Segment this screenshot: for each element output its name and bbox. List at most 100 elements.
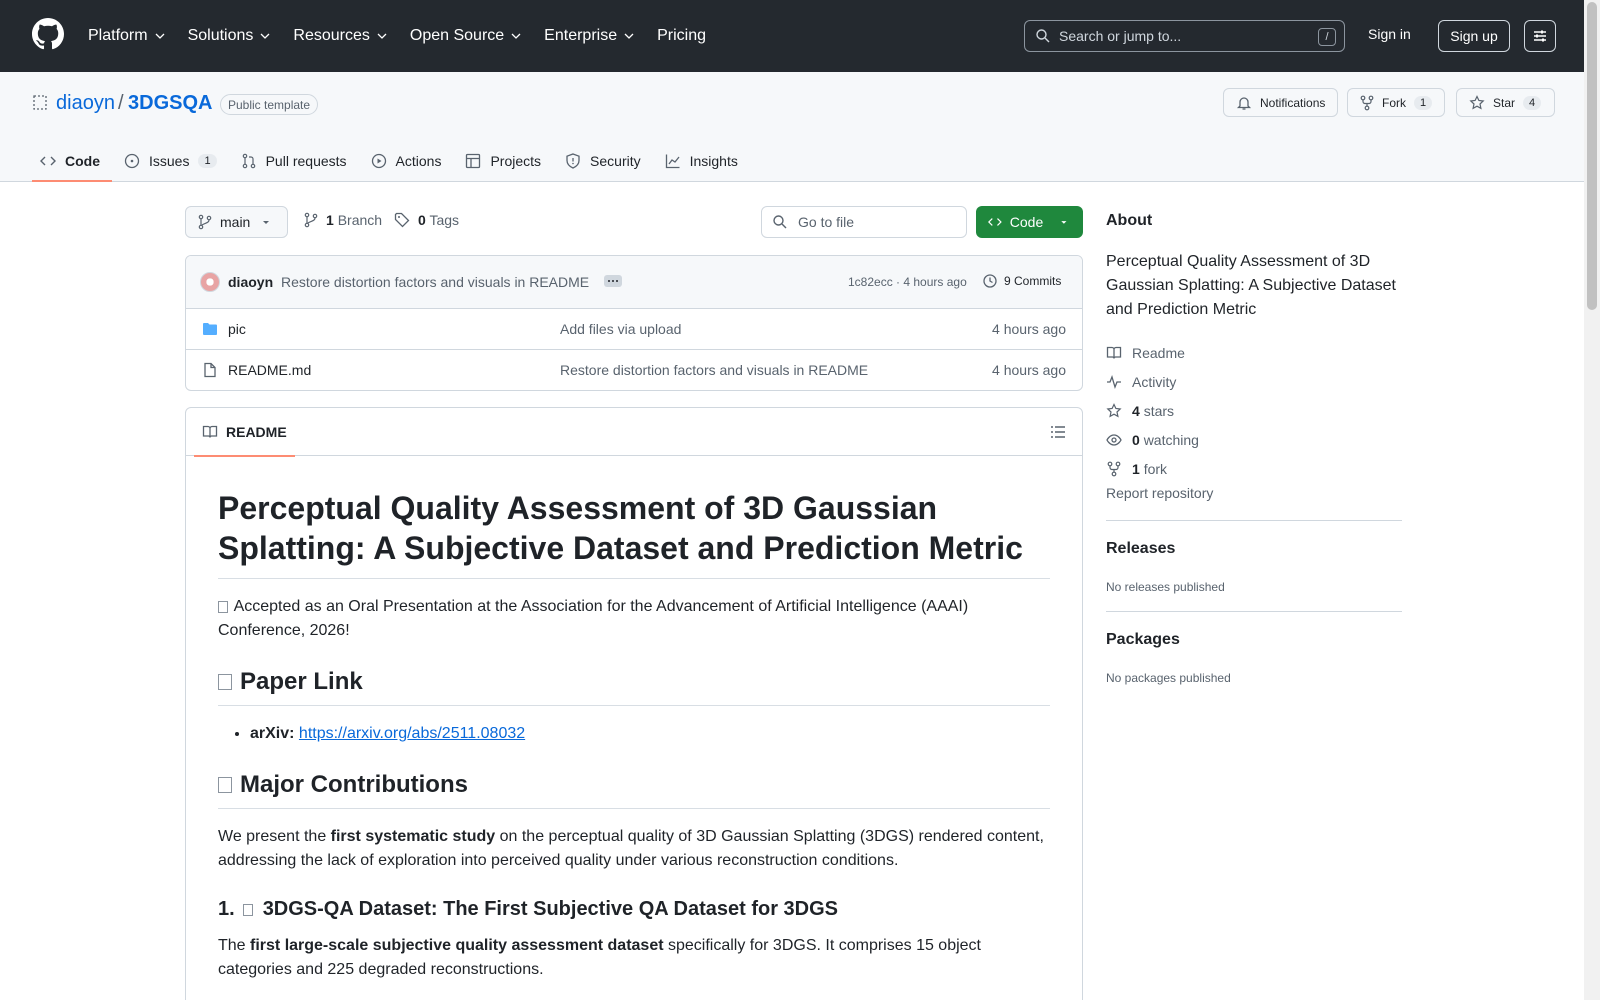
report-repository-link[interactable]: Report repository bbox=[1106, 485, 1213, 501]
fork-button[interactable]: Fork 1 bbox=[1347, 88, 1446, 117]
tab-actions[interactable]: Actions bbox=[363, 140, 454, 182]
repo-name-link[interactable]: 3DGSQA bbox=[128, 92, 212, 115]
search-placeholder: Search or jump to... bbox=[1059, 28, 1182, 44]
commit-expand-button[interactable] bbox=[604, 275, 622, 287]
stars-link[interactable]: 4 stars bbox=[1106, 396, 1402, 425]
repo-template-icon bbox=[33, 95, 47, 110]
folder-icon bbox=[203, 323, 217, 335]
text-span: The bbox=[218, 937, 251, 954]
emoji-placeholder-icon bbox=[218, 777, 232, 793]
star-icon bbox=[1106, 402, 1122, 417]
git-branch-icon bbox=[198, 214, 212, 230]
tab-issues[interactable]: Issues 1 bbox=[116, 140, 229, 182]
tab-projects[interactable]: Projects bbox=[457, 140, 553, 182]
nav-label: Resources bbox=[293, 27, 370, 44]
nav-resources[interactable]: Resources bbox=[293, 27, 387, 45]
chevron-down-icon bbox=[511, 33, 521, 39]
tab-label: Issues bbox=[149, 153, 190, 169]
commits-count: 9 Commits bbox=[1004, 274, 1062, 288]
sign-up-button[interactable]: Sign up bbox=[1438, 20, 1510, 52]
file-commit-message[interactable]: Restore distortion factors and visuals i… bbox=[560, 362, 868, 378]
search-shortcut-key: / bbox=[1318, 28, 1336, 46]
packages-heading[interactable]: Packages bbox=[1106, 631, 1180, 649]
about-description: Perceptual Quality Assessment of 3D Gaus… bbox=[1106, 253, 1396, 318]
arxiv-link[interactable]: https://arxiv.org/abs/2511.08032 bbox=[299, 725, 525, 742]
scrollbar-thumb[interactable] bbox=[1587, 2, 1597, 310]
code-dropdown-button[interactable]: Code bbox=[976, 206, 1083, 238]
emoji-placeholder-icon bbox=[218, 600, 228, 613]
activity-link[interactable]: Activity bbox=[1106, 367, 1402, 396]
commit-message-link[interactable]: Restore distortion factors and visuals i… bbox=[281, 274, 589, 290]
tab-label: Actions bbox=[395, 153, 442, 169]
global-search[interactable]: Search or jump to... / bbox=[1024, 20, 1345, 52]
site-menu-button[interactable] bbox=[1524, 20, 1556, 52]
sign-in-link[interactable]: Sign in bbox=[1368, 26, 1411, 42]
heading-text: 3DGS-QA Dataset: The First Subjective QA… bbox=[262, 898, 839, 920]
readme-panel: README Perceptual Quality Assessment of … bbox=[185, 407, 1083, 1000]
branches-link[interactable]: 1 Branch bbox=[304, 212, 382, 228]
readme-link[interactable]: Readme bbox=[1106, 338, 1402, 367]
nav-enterprise[interactable]: Enterprise bbox=[544, 27, 635, 45]
nav-label: Pricing bbox=[657, 27, 706, 44]
section-heading-paper: Paper Link bbox=[218, 667, 1050, 706]
branch-select-button[interactable]: main bbox=[185, 206, 288, 238]
releases-heading[interactable]: Releases bbox=[1106, 540, 1175, 558]
go-to-file-placeholder: Go to file bbox=[798, 214, 855, 230]
section-heading-contributions: Major Contributions bbox=[218, 770, 1050, 809]
forks-link[interactable]: 1 fork bbox=[1106, 454, 1402, 483]
tags-link[interactable]: 0 Tags bbox=[394, 212, 459, 228]
link-label: watching bbox=[1143, 431, 1199, 448]
readme-header: README bbox=[186, 408, 1082, 457]
watching-link[interactable]: 0 watching bbox=[1106, 425, 1402, 454]
heading-number: 1. bbox=[218, 898, 235, 920]
notifications-label: Notifications bbox=[1260, 95, 1326, 110]
readme-tab[interactable]: README bbox=[194, 408, 295, 457]
packages-text: No packages published bbox=[1106, 671, 1231, 685]
tab-insights[interactable]: Insights bbox=[657, 140, 750, 182]
link-label: Activity bbox=[1132, 373, 1177, 390]
tab-code[interactable]: Code bbox=[32, 140, 112, 182]
repo-owner-link[interactable]: diaoyn bbox=[56, 92, 115, 115]
file-commit-message[interactable]: Add files via upload bbox=[560, 321, 681, 337]
avatar[interactable] bbox=[200, 272, 220, 292]
nav-pricing[interactable]: Pricing bbox=[657, 27, 706, 45]
commit-author-link[interactable]: diaoyn bbox=[228, 274, 273, 290]
heading-text: Major Contributions bbox=[240, 771, 468, 798]
commits-history-link[interactable]: 9 Commits bbox=[982, 273, 1061, 289]
arxiv-label: arXiv: bbox=[250, 725, 295, 742]
emoji-placeholder-icon bbox=[218, 674, 232, 690]
stars-count: 4 bbox=[1132, 402, 1140, 419]
code-icon bbox=[988, 218, 1002, 226]
notifications-button[interactable]: Notifications bbox=[1223, 88, 1339, 117]
tab-pull-requests[interactable]: Pull requests bbox=[233, 140, 359, 182]
list-unordered-icon[interactable] bbox=[1050, 424, 1066, 440]
star-label: Star bbox=[1493, 95, 1516, 110]
nav-open-source[interactable]: Open Source bbox=[410, 27, 522, 45]
go-to-file-input[interactable]: Go to file bbox=[761, 206, 967, 238]
table-row[interactable]: README.md Restore distortion factors and… bbox=[186, 350, 1082, 390]
nav-label: Platform bbox=[88, 27, 148, 44]
tab-security[interactable]: Security bbox=[557, 140, 653, 182]
repo-tabs: Code Issues 1 Pull requests Actions Proj… bbox=[32, 140, 754, 182]
table-row[interactable]: pic Add files via upload 4 hours ago bbox=[186, 309, 1082, 350]
top-nav: Platform Solutions Resources Open Source… bbox=[88, 0, 728, 72]
star-button[interactable]: Star 4 bbox=[1456, 88, 1555, 117]
github-logo-icon[interactable] bbox=[32, 18, 64, 50]
file-name-link[interactable]: pic bbox=[228, 321, 246, 337]
link-label: fork bbox=[1143, 460, 1168, 477]
code-button-label: Code bbox=[1009, 214, 1044, 230]
branch-name: main bbox=[220, 214, 251, 230]
nav-solutions[interactable]: Solutions bbox=[188, 27, 272, 45]
link-label: Readme bbox=[1132, 344, 1185, 361]
table-icon bbox=[466, 153, 481, 169]
issues-count: 1 bbox=[198, 154, 217, 168]
file-name-link[interactable]: README.md bbox=[228, 362, 311, 378]
tab-label: Pull requests bbox=[265, 153, 347, 169]
git-branch-icon bbox=[304, 212, 318, 228]
commit-hash-time[interactable]: 1c82ecc · 4 hours ago bbox=[848, 275, 967, 289]
history-icon bbox=[983, 274, 997, 288]
pulse-icon bbox=[1107, 374, 1121, 389]
search-icon bbox=[773, 215, 787, 229]
repo-path-separator: / bbox=[118, 92, 124, 114]
nav-platform[interactable]: Platform bbox=[88, 27, 166, 45]
